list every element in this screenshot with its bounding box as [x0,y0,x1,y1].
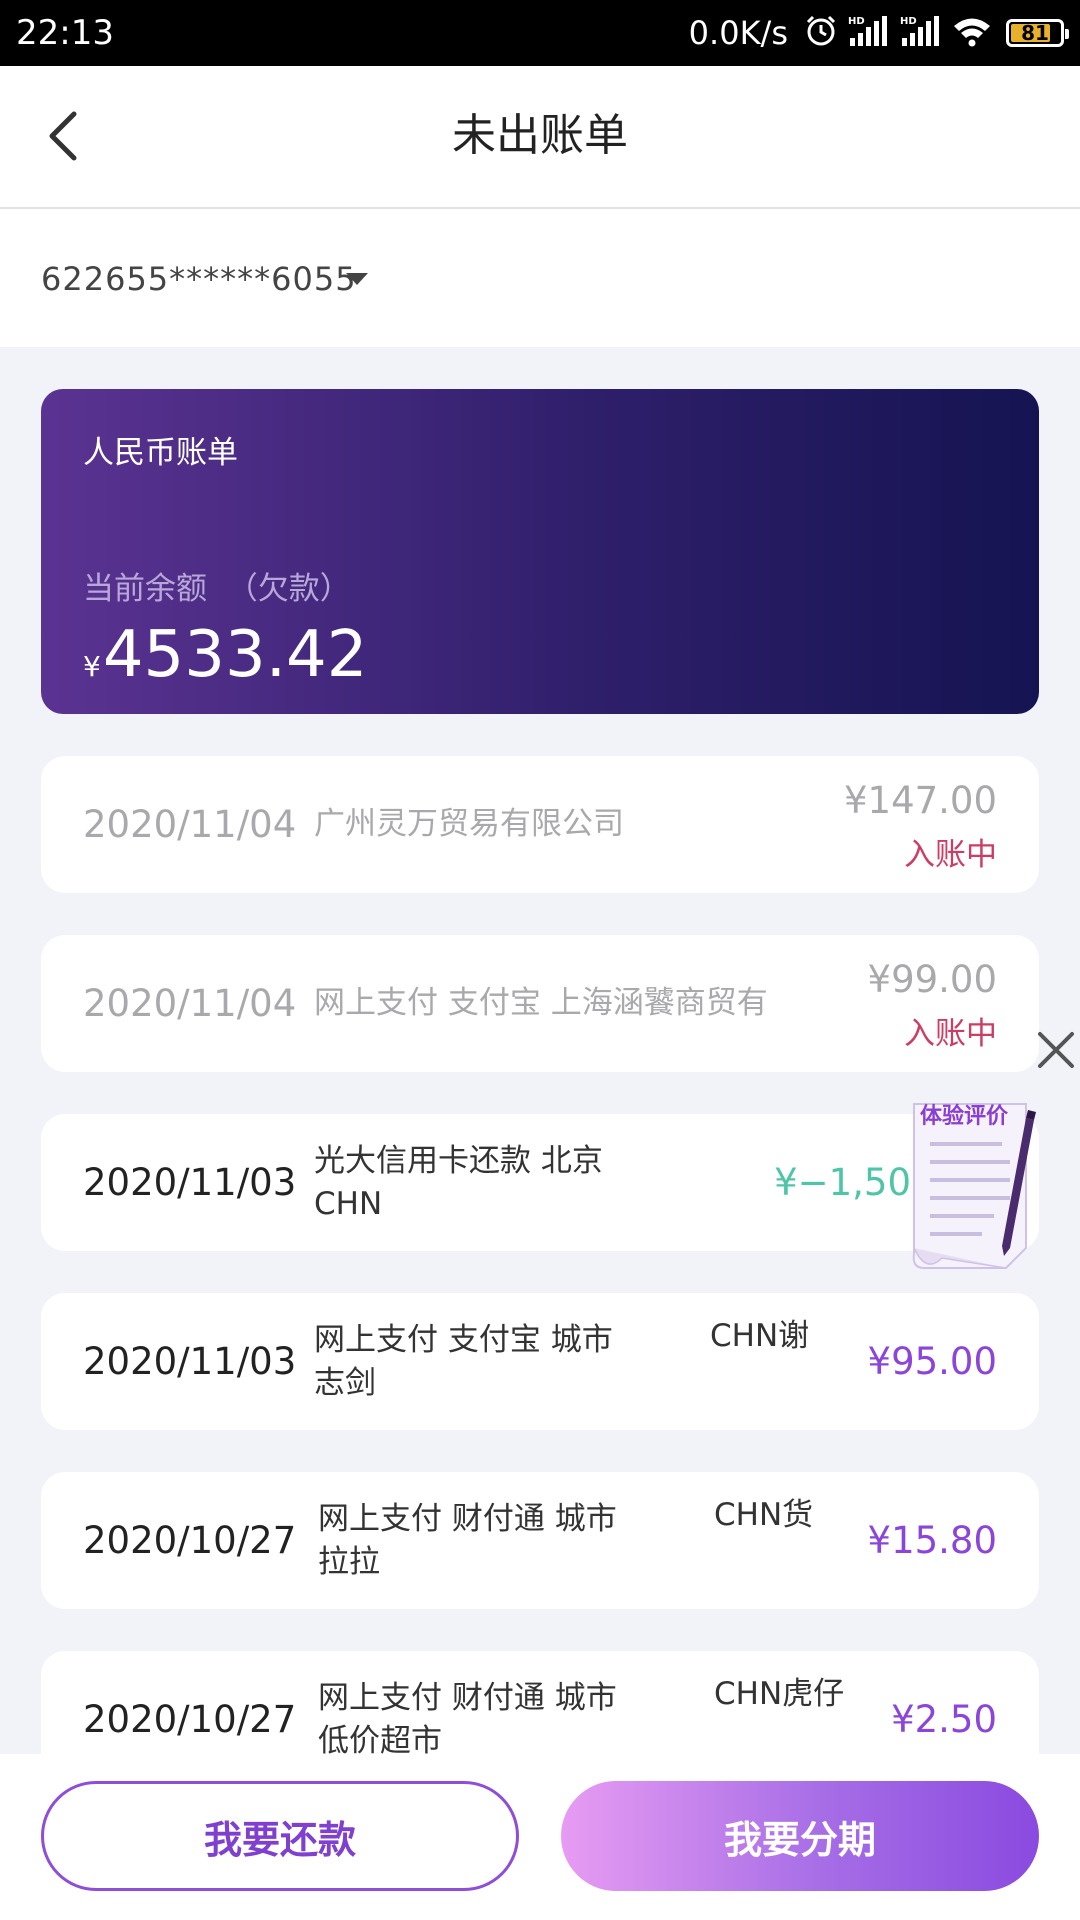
transaction-date: 2020/11/03 [83,1161,297,1204]
balance-label: 当前余额 （欠款） [83,571,351,607]
status-badge: 入账中 [904,837,997,873]
transaction-date: 2020/11/03 [83,1340,297,1383]
transaction-extra: CHN货 [714,1497,814,1533]
transaction-amount: ¥99.00 [867,958,997,1001]
balance-value: 4533.42 [102,618,368,692]
svg-text:HD: HD [848,16,865,27]
transaction-amount: ¥15.80 [867,1519,997,1562]
transaction-row[interactable]: 2020/11/03 光大信用卡还款 北京 CHN ¥−1,50 [41,1114,1039,1251]
net-speed: 0.0K/s [688,14,788,52]
transaction-row[interactable]: 2020/11/04 网上支付 支付宝 上海涵饕商贸有 ¥99.00 入账中 [41,935,1039,1072]
screen: 22:13 0.0K/s HD HD 81 未出账单 622655******6… [0,0,1080,1920]
transaction-amount: ¥147.00 [843,779,997,822]
svg-text:HD: HD [900,16,917,27]
bill-currency-title: 人民币账单 [83,435,238,471]
hd-signal-icon: HD [900,14,942,52]
transaction-row[interactable]: 2020/10/27 网上支付 财付通 城市 拉拉 CHN货 ¥15.80 [41,1472,1039,1609]
page-title: 未出账单 [452,110,628,161]
close-icon [1038,1032,1074,1068]
card-selector[interactable]: 622655******6055 [0,209,1080,347]
close-button[interactable] [1034,1028,1078,1072]
currency-symbol: ¥ [83,650,101,683]
repay-button[interactable]: 我要还款 [41,1781,519,1891]
bottom-action-bar: 我要还款 我要分期 [0,1754,1080,1920]
card-number: 622655******6055 [41,260,357,298]
app-header: 未出账单 [0,66,1080,209]
transaction-desc: 网上支付 支付宝 上海涵饕商贸有 [314,985,768,1021]
balance-amount: ¥4533.42 [83,615,367,711]
survey-label: 体验评价 [920,1104,1009,1129]
wifi-icon [952,15,992,51]
survey-widget[interactable]: 体验评价 [906,1098,1038,1274]
alarm-icon [804,14,838,52]
transaction-date: 2020/11/04 [83,982,297,1025]
transaction-extra: CHN虎仔 [714,1676,845,1712]
transaction-row[interactable]: 2020/11/03 网上支付 支付宝 城市 志剑 CHN谢 ¥95.00 [41,1293,1039,1430]
hd-signal-icon: HD [848,14,890,52]
transaction-desc: 光大信用卡还款 北京 CHN [314,1142,603,1222]
status-bar: 22:13 0.0K/s HD HD 81 [0,0,1080,66]
transaction-row[interactable]: 2020/11/04 广州灵万贸易有限公司 ¥147.00 入账中 [41,756,1039,893]
transaction-desc: 网上支付 财付通 城市 拉拉 [318,1500,617,1580]
transaction-date: 2020/10/27 [83,1519,297,1562]
transaction-amount: ¥95.00 [867,1340,997,1383]
battery-icon: 81 [1006,19,1069,47]
transaction-extra: CHN谢 [710,1318,810,1354]
status-icons: 0.0K/s HD HD 81 [688,0,1069,66]
transaction-desc: 广州灵万贸易有限公司 [314,806,624,842]
caret-down-icon [346,273,368,285]
battery-level: 81 [1021,21,1049,45]
status-badge: 入账中 [904,1016,997,1052]
transaction-desc: 网上支付 支付宝 城市 志剑 [314,1321,613,1401]
status-time: 22:13 [16,13,114,53]
balance-card: 人民币账单 当前余额 （欠款） ¥4533.42 [41,389,1039,714]
transaction-amount: ¥−1,50 [774,1161,911,1204]
transaction-date: 2020/11/04 [83,803,297,846]
installment-button[interactable]: 我要分期 [561,1781,1039,1891]
